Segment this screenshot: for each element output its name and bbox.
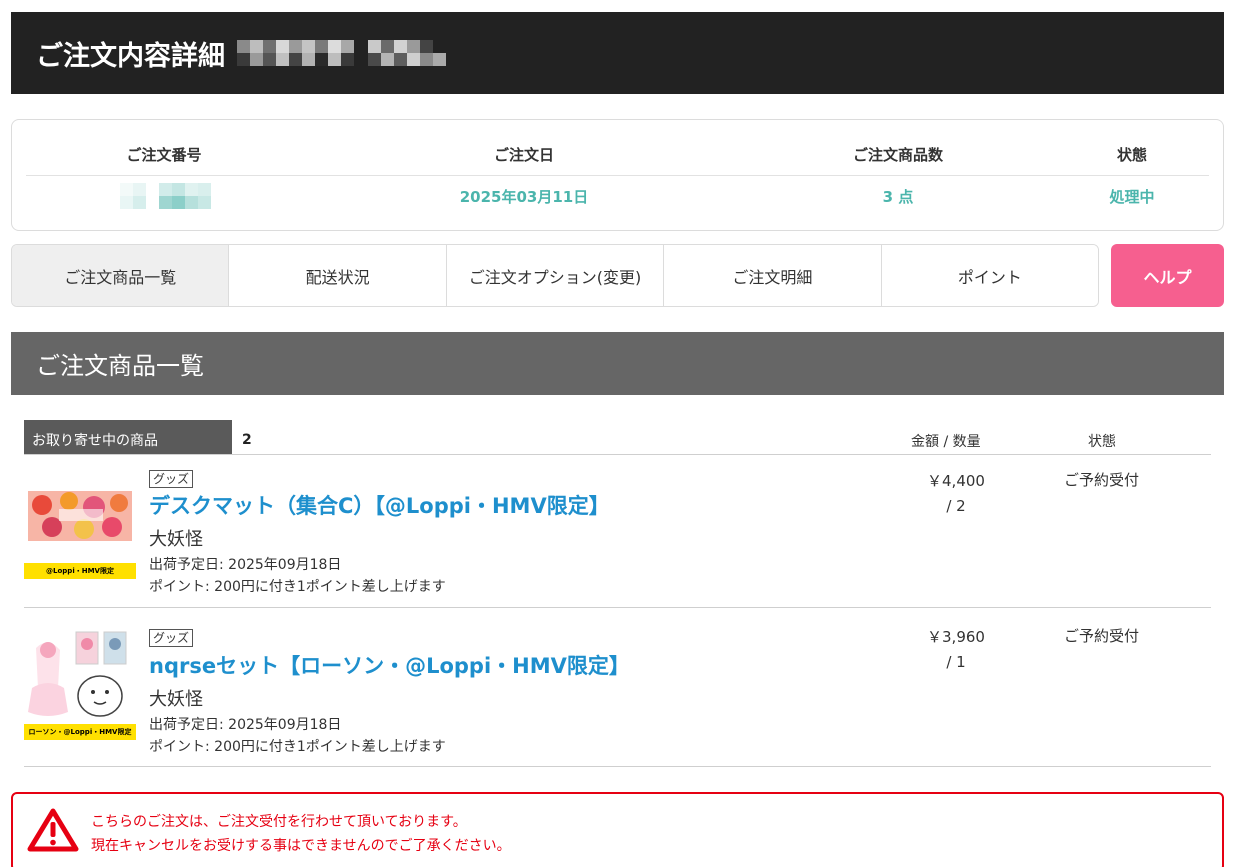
status-label: 状態 [1116, 146, 1147, 164]
section-header: ご注文商品一覧 [11, 332, 1224, 395]
point-info: ポイント: 200円に付き1ポイント差し上げます [149, 739, 446, 755]
price-quantity: ￥3,960 / 1 [914, 625, 998, 675]
status-header: 状態 [1088, 434, 1116, 450]
group-label: お取り寄せ中の商品 [24, 420, 232, 454]
artist-name[interactable]: 大妖怪 [149, 685, 203, 711]
thumbnail-tag: @Loppi・HMV限定 [46, 567, 114, 575]
page-title: ご注文内容詳細 [36, 40, 225, 72]
item-count-value: 3 点 [882, 188, 914, 206]
list-item: @Loppi・HMV限定 グッズ デスクマット（集合C）【@Loppi・HMV限… [24, 455, 1211, 608]
item-status: ご予約受付 [1064, 627, 1140, 645]
order-date-value: 2025年03月11日 [459, 188, 589, 206]
quantity: / 2 [946, 497, 966, 515]
tab-order-statement[interactable]: ご注文明細 [664, 245, 882, 306]
price: ￥4,400 [927, 472, 985, 490]
ship-date: 出荷予定日: 2025年09月18日 [149, 557, 342, 573]
product-thumbnail[interactable]: @Loppi・HMV限定 [24, 479, 136, 583]
ship-date: 出荷予定日: 2025年09月18日 [149, 717, 342, 733]
point-info: ポイント: 200円に付き1ポイント差し上げます [149, 579, 446, 595]
category-badge: グッズ [149, 470, 194, 488]
cancel-notice: こちらのご注文は、ご注文受付を行わせて頂いております。 現在キャンセルをお受けす… [11, 792, 1224, 867]
amount-quantity-header: 金額 / 数量 [911, 434, 981, 450]
order-summary: ご注文番号 ご注文日 ご注文商品数 状態 2025年03月11日 3 点 処理中 [11, 119, 1224, 231]
item-count-label: ご注文商品数 [852, 146, 943, 164]
warning-icon [27, 808, 79, 852]
order-tabs: ご注文商品一覧 配送状況 ご注文オプション(変更) ご注文明細 ポイント [11, 244, 1099, 307]
product-title-link[interactable]: nqrseセット【ローソン・@Loppi・HMV限定】 [149, 650, 630, 680]
list-item: ローソン・@Loppi・HMV限定 グッズ nqrseセット【ローソン・@Lop… [24, 608, 1211, 767]
section-title: ご注文商品一覧 [36, 352, 204, 380]
notice-line-2: 現在キャンセルをお受けする事はできませんのでご了承ください。 [91, 838, 511, 854]
group-count: 2 [242, 432, 252, 448]
tab-points[interactable]: ポイント [881, 245, 1098, 306]
thumbnail-tag: ローソン・@Loppi・HMV限定 [28, 728, 132, 736]
redacted-name-2 [368, 40, 446, 66]
tab-delivery-status[interactable]: 配送状況 [229, 245, 447, 306]
status-value: 処理中 [1109, 188, 1155, 206]
summary-divider [26, 175, 1209, 176]
tab-order-items[interactable]: ご注文商品一覧 [12, 245, 230, 306]
item-status: ご予約受付 [1064, 471, 1140, 489]
tab-order-options[interactable]: ご注文オプション(変更) [446, 245, 665, 306]
price: ￥3,960 [927, 628, 985, 646]
notice-line-1: こちらのご注文は、ご注文受付を行わせて頂いております。 [91, 814, 467, 830]
artist-name[interactable]: 大妖怪 [149, 525, 203, 551]
order-date-label: ご注文日 [493, 146, 554, 164]
product-thumbnail[interactable]: ローソン・@Loppi・HMV限定 [24, 628, 136, 744]
category-badge: グッズ [149, 629, 194, 647]
order-number-label: ご注文番号 [126, 146, 202, 164]
help-button[interactable]: ヘルプ [1111, 244, 1224, 307]
quantity: / 1 [946, 653, 966, 671]
redacted-name [237, 40, 354, 66]
price-quantity: ￥4,400 / 2 [914, 469, 998, 519]
item-list-header: お取り寄せ中の商品 2 金額 / 数量 状態 [24, 420, 1211, 455]
page-header: ご注文内容詳細 [11, 12, 1224, 94]
product-title-link[interactable]: デスクマット（集合C）【@Loppi・HMV限定】 [149, 490, 610, 520]
redacted-order-number [120, 183, 224, 209]
